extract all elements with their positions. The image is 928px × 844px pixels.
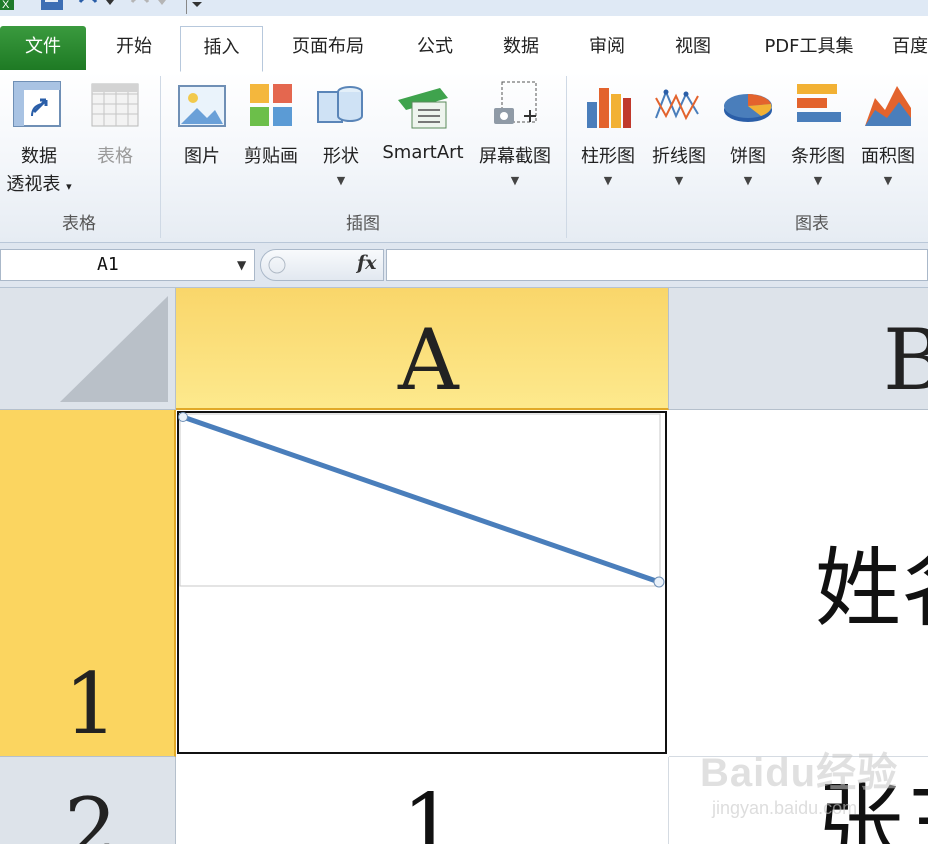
screenshot-icon <box>488 78 542 132</box>
table-button[interactable]: 表格 <box>84 72 146 210</box>
chevron-down-icon: ▼ <box>336 174 346 187</box>
grip-icon <box>268 256 286 274</box>
ribbon-insert-panel: 数据 透视表 ▾ 表格 表格 图片 剪贴画 形状 ▼ SmartArt 屏幕截图… <box>0 72 928 243</box>
smartart-icon <box>396 78 450 132</box>
name-box-value: A1 <box>97 254 119 275</box>
chevron-down-icon: ▼ <box>603 174 613 187</box>
customize-icon[interactable] <box>186 0 207 14</box>
column-chart-icon <box>581 78 635 132</box>
save-icon[interactable] <box>40 0 64 14</box>
tab-file[interactable]: 文件 <box>0 26 86 70</box>
cell-a2[interactable]: 1 <box>176 757 669 844</box>
row-header-1[interactable]: 1 <box>0 410 176 757</box>
area-chart-label: 面积图 <box>861 146 915 167</box>
chevron-down-icon: ▼ <box>813 174 823 187</box>
chevron-down-icon[interactable]: ▼ <box>237 258 246 272</box>
chevron-down-icon: ▼ <box>510 174 520 187</box>
table-label: 表格 <box>97 146 133 167</box>
pie-chart-icon <box>721 78 775 132</box>
column-label: A <box>398 311 459 409</box>
pivot-table-label-1: 数据 <box>21 146 57 167</box>
column-header-b[interactable]: B <box>669 288 928 410</box>
bar-chart-icon <box>791 78 845 132</box>
area-chart-icon <box>861 78 915 132</box>
tab-pdf-tools[interactable]: PDF工具集 <box>748 26 870 70</box>
chevron-down-icon: ▼ <box>674 174 684 187</box>
group-label-illustrations: 插图 <box>346 214 380 234</box>
shapes-icon <box>314 78 368 132</box>
formula-input[interactable] <box>386 249 928 281</box>
tab-review[interactable]: 审阅 <box>570 26 644 70</box>
smartart-button[interactable]: SmartArt <box>382 72 464 210</box>
tab-baidu[interactable]: 百度 <box>892 26 928 70</box>
cell-a2-text: 1 <box>402 776 457 844</box>
line-chart-icon <box>652 78 706 132</box>
cell-b2[interactable]: 张三 <box>669 757 928 844</box>
insert-function-button[interactable]: fx <box>357 252 377 274</box>
group-divider <box>160 76 161 238</box>
pie-chart-button[interactable]: 饼图 ▼ <box>718 72 778 210</box>
redo-icon[interactable] <box>128 0 178 14</box>
select-all-button[interactable] <box>0 288 176 410</box>
group-label-charts: 图表 <box>795 214 829 234</box>
ribbon-tabs: 文件 开始 插入 页面布局 公式 数据 审阅 视图 PDF工具集 百度 <box>0 16 928 73</box>
table-icon <box>88 78 142 132</box>
cell-b1-text: 姓名 <box>815 539 928 639</box>
clipart-button[interactable]: 剪贴画 <box>240 72 302 210</box>
chevron-down-icon: ▼ <box>883 174 893 187</box>
line-chart-button[interactable]: 折线图 ▼ <box>648 72 710 210</box>
diagonal-line-shape[interactable] <box>177 411 667 754</box>
cell-a1[interactable] <box>177 411 667 754</box>
picture-button[interactable]: 图片 <box>172 72 232 210</box>
tab-insert[interactable]: 插入 <box>180 26 263 72</box>
cell-b2-text: 张三 <box>817 774 928 844</box>
pivot-table-label-2: 透视表 ▾ <box>6 174 72 195</box>
quick-access-toolbar: X <box>0 0 928 16</box>
tab-formulas[interactable]: 公式 <box>398 26 472 70</box>
clipart-label: 剪贴画 <box>244 146 298 167</box>
tab-data[interactable]: 数据 <box>484 26 558 70</box>
smartart-label: SmartArt <box>382 142 464 163</box>
svg-text:X: X <box>2 0 10 11</box>
screenshot-button[interactable]: 屏幕截图 ▼ <box>478 72 552 210</box>
pie-chart-label: 饼图 <box>730 146 766 167</box>
row-label: 1 <box>64 655 118 753</box>
column-chart-button[interactable]: 柱形图 ▼ <box>578 72 638 210</box>
cell-b1[interactable]: 姓名 <box>669 410 928 757</box>
bar-chart-label: 条形图 <box>791 146 845 167</box>
chevron-down-icon: ▾ <box>66 180 72 193</box>
column-chart-label: 柱形图 <box>581 146 635 167</box>
area-chart-button[interactable]: 面积图 ▼ <box>858 72 918 210</box>
tab-page-layout[interactable]: 页面布局 <box>276 26 380 70</box>
resize-handle[interactable] <box>653 576 665 588</box>
formula-bar: A1 ▼ fx <box>0 243 928 288</box>
bar-chart-button[interactable]: 条形图 ▼ <box>788 72 848 210</box>
group-label-tables: 表格 <box>62 214 96 234</box>
pivot-table-icon <box>12 78 66 132</box>
screenshot-label: 屏幕截图 <box>479 146 551 167</box>
column-header-a[interactable]: A <box>176 288 669 410</box>
select-all-triangle-icon <box>60 296 168 402</box>
undo-icon[interactable] <box>78 0 118 14</box>
worksheet-grid: A B 1 2 姓名 1 张三 Baidu经验 jingyan.baidu.co… <box>0 288 928 844</box>
name-box[interactable]: A1 ▼ <box>0 249 255 281</box>
chevron-down-icon: ▼ <box>743 174 753 187</box>
resize-handle[interactable] <box>178 412 188 422</box>
excel-icon: X <box>0 0 16 14</box>
shapes-label: 形状 <box>323 146 359 167</box>
shapes-button[interactable]: 形状 ▼ <box>312 72 370 210</box>
group-divider <box>566 76 567 238</box>
picture-icon <box>175 78 229 132</box>
clipart-icon <box>244 78 298 132</box>
row-label: 2 <box>64 780 118 844</box>
row-header-2[interactable]: 2 <box>0 757 176 844</box>
column-label: B <box>883 311 928 409</box>
formula-buttons: fx <box>260 249 384 281</box>
tab-view[interactable]: 视图 <box>656 26 730 70</box>
pivot-table-button[interactable]: 数据 透视表 ▾ <box>6 72 72 210</box>
tab-home[interactable]: 开始 <box>96 26 172 70</box>
